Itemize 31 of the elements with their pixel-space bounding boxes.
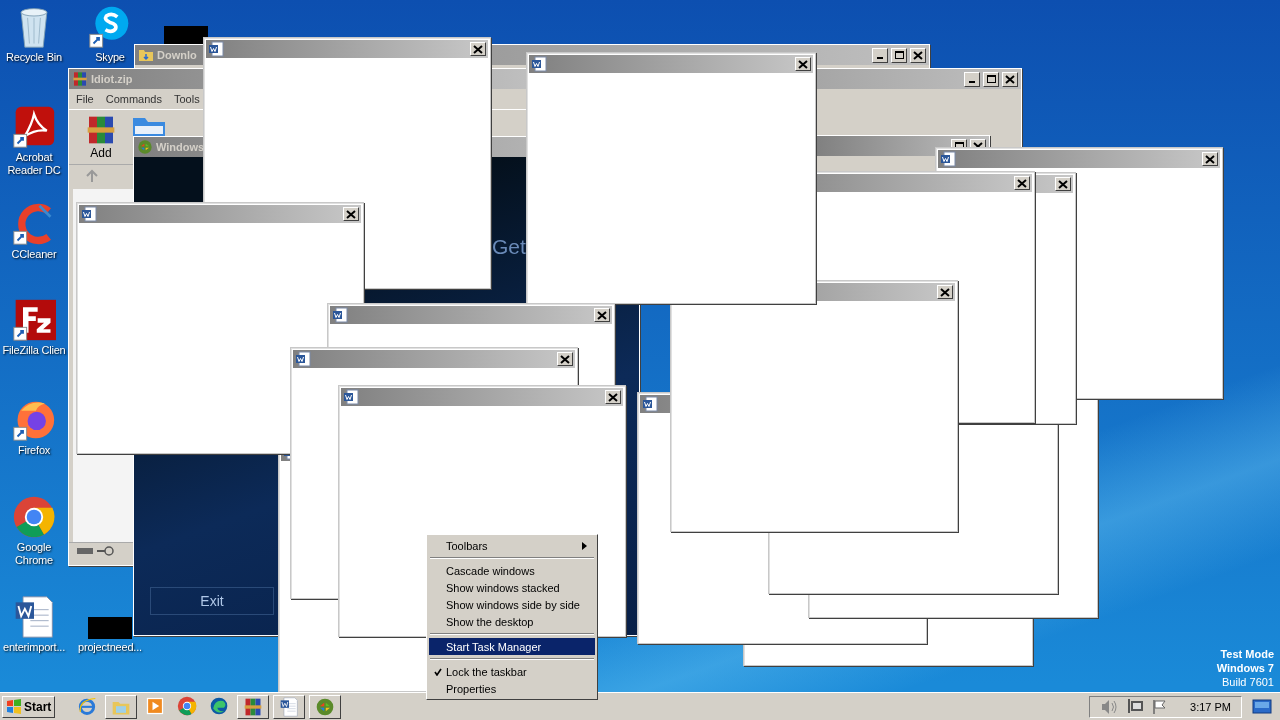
toolbar-button[interactable]: Add xyxy=(85,114,117,160)
menu-item[interactable]: Toolbars xyxy=(429,537,595,554)
clock[interactable]: 3:17 PM xyxy=(1190,700,1231,713)
icon-label[interactable]: enterimport... xyxy=(3,641,65,654)
start-button[interactable]: Start xyxy=(2,695,56,718)
menu-item[interactable]: File xyxy=(76,93,94,105)
menu-item[interactable]: Start Task Manager xyxy=(429,638,595,655)
menu-item[interactable]: Commands xyxy=(105,93,162,105)
icon-label[interactable]: Recycle Bin xyxy=(6,51,62,64)
menu-item[interactable]: Show windows stacked xyxy=(429,579,595,596)
window-title: Windows xyxy=(156,141,205,153)
menu-item[interactable]: Cascade windows xyxy=(429,562,595,579)
exit-button[interactable]: Exit xyxy=(150,587,274,615)
desktop-notice-text: Build 7601 xyxy=(1222,675,1274,689)
menu-item[interactable]: Show windows side by side xyxy=(429,596,595,613)
icon-label[interactable]: FileZilla Clien xyxy=(2,344,66,357)
desktop-notice-text: Windows 7 xyxy=(1216,661,1274,675)
icon-label[interactable]: projectneed... xyxy=(78,641,142,654)
icon-label[interactable]: Skype xyxy=(95,51,125,64)
menu-item[interactable]: Lock the taskbar xyxy=(429,663,595,680)
icon-label[interactable]: CCleaner xyxy=(11,248,57,261)
icon-label[interactable]: Google Chrome xyxy=(0,541,68,567)
menu-item[interactable]: Tools xyxy=(174,93,200,105)
window-title: Idiot.zip xyxy=(91,73,133,85)
icon-label[interactable]: Acrobat Reader DC xyxy=(0,151,68,177)
menu-item[interactable]: Show the desktop xyxy=(429,613,595,630)
setup-heading: Get xyxy=(492,235,526,259)
icon-label[interactable]: Firefox xyxy=(17,444,51,457)
desktop-notice-text: Test Mode xyxy=(1220,647,1274,661)
menu-item[interactable]: Properties xyxy=(429,680,595,697)
window-title: Downlo xyxy=(157,49,197,61)
